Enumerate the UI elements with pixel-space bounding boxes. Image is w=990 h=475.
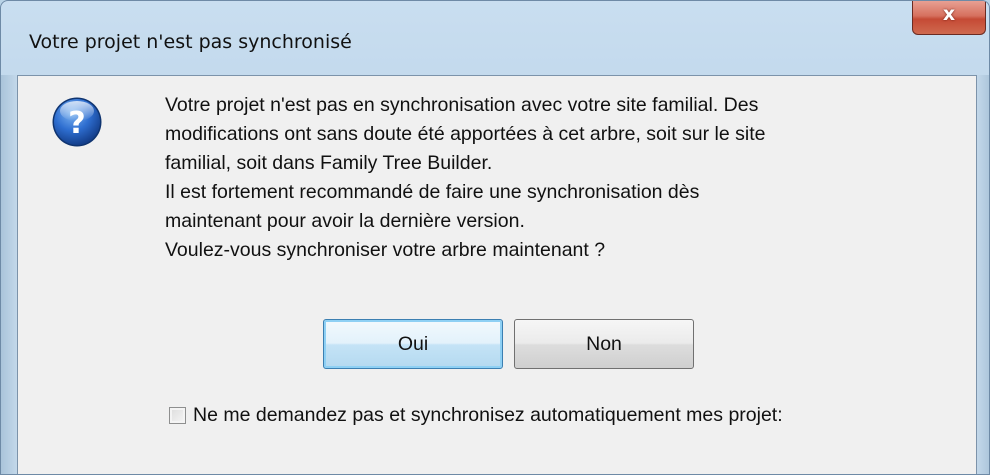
close-button[interactable]: x bbox=[912, 1, 986, 35]
window-border-right bbox=[977, 75, 989, 474]
message-line: Voulez-vous synchroniser votre arbre mai… bbox=[165, 239, 606, 261]
message-line: maintenant pour avoir la dernière versio… bbox=[165, 210, 525, 232]
window-border-left bbox=[1, 75, 17, 474]
message-line: modifications ont sans doute été apporté… bbox=[165, 123, 766, 145]
question-icon: ? bbox=[52, 97, 102, 147]
no-button-label: Non bbox=[586, 332, 622, 355]
auto-sync-checkbox-label[interactable]: Ne me demandez pas et synchronisez autom… bbox=[193, 404, 783, 427]
no-button[interactable]: Non bbox=[514, 319, 694, 369]
yes-button[interactable]: Oui bbox=[323, 319, 503, 369]
message-line: Votre projet n'est pas en synchronisatio… bbox=[165, 94, 759, 116]
svg-text:?: ? bbox=[68, 106, 85, 141]
yes-button-label: Oui bbox=[397, 332, 429, 355]
dialog-body: ? Votre projet n'est pas en synchronisat… bbox=[17, 75, 977, 474]
dialog-message: Votre projet n'est pas en synchronisatio… bbox=[165, 91, 955, 265]
message-line: familial, soit dans Family Tree Builder. bbox=[165, 152, 493, 174]
dialog-window: Votre projet n'est pas synchronisé x ? V… bbox=[0, 0, 990, 475]
window-title: Votre projet n'est pas synchronisé bbox=[29, 31, 352, 53]
close-icon: x bbox=[942, 3, 956, 25]
auto-sync-checkbox[interactable] bbox=[169, 407, 186, 424]
message-line: Il est fortement recommandé de faire une… bbox=[165, 181, 700, 203]
title-bar[interactable]: Votre projet n'est pas synchronisé x bbox=[1, 1, 989, 75]
auto-sync-option[interactable]: Ne me demandez pas et synchronisez autom… bbox=[169, 404, 783, 427]
